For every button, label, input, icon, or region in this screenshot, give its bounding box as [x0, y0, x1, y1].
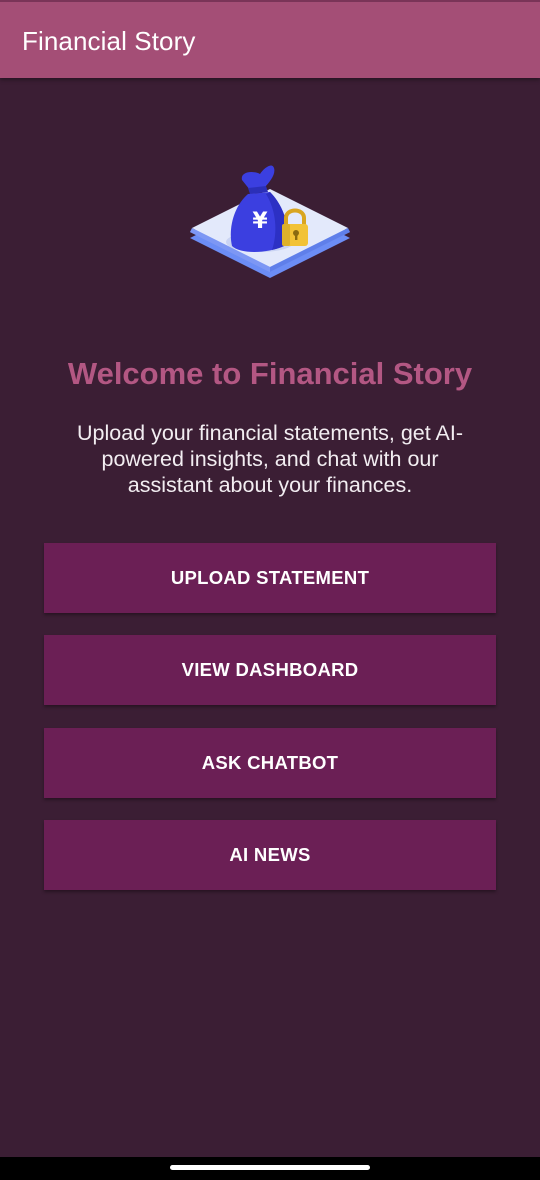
- system-navigation-bar: [0, 1157, 540, 1180]
- currency-symbol: ¥: [252, 209, 268, 234]
- welcome-title: Welcome to Financial Story: [67, 356, 473, 391]
- view-dashboard-button[interactable]: VIEW DASHBOARD: [44, 635, 496, 705]
- app-title: Financial Story: [22, 26, 196, 56]
- home-indicator[interactable]: [170, 1165, 370, 1170]
- upload-statement-button[interactable]: UPLOAD STATEMENT: [44, 543, 496, 613]
- money-bag-lock-icon: ¥: [180, 150, 360, 300]
- ai-news-button[interactable]: AI NEWS: [44, 820, 496, 890]
- app-bar: Financial Story: [0, 0, 540, 78]
- welcome-subtitle: Upload your financial statements, get AI…: [76, 421, 463, 497]
- ask-chatbot-button[interactable]: ASK CHATBOT: [44, 728, 496, 798]
